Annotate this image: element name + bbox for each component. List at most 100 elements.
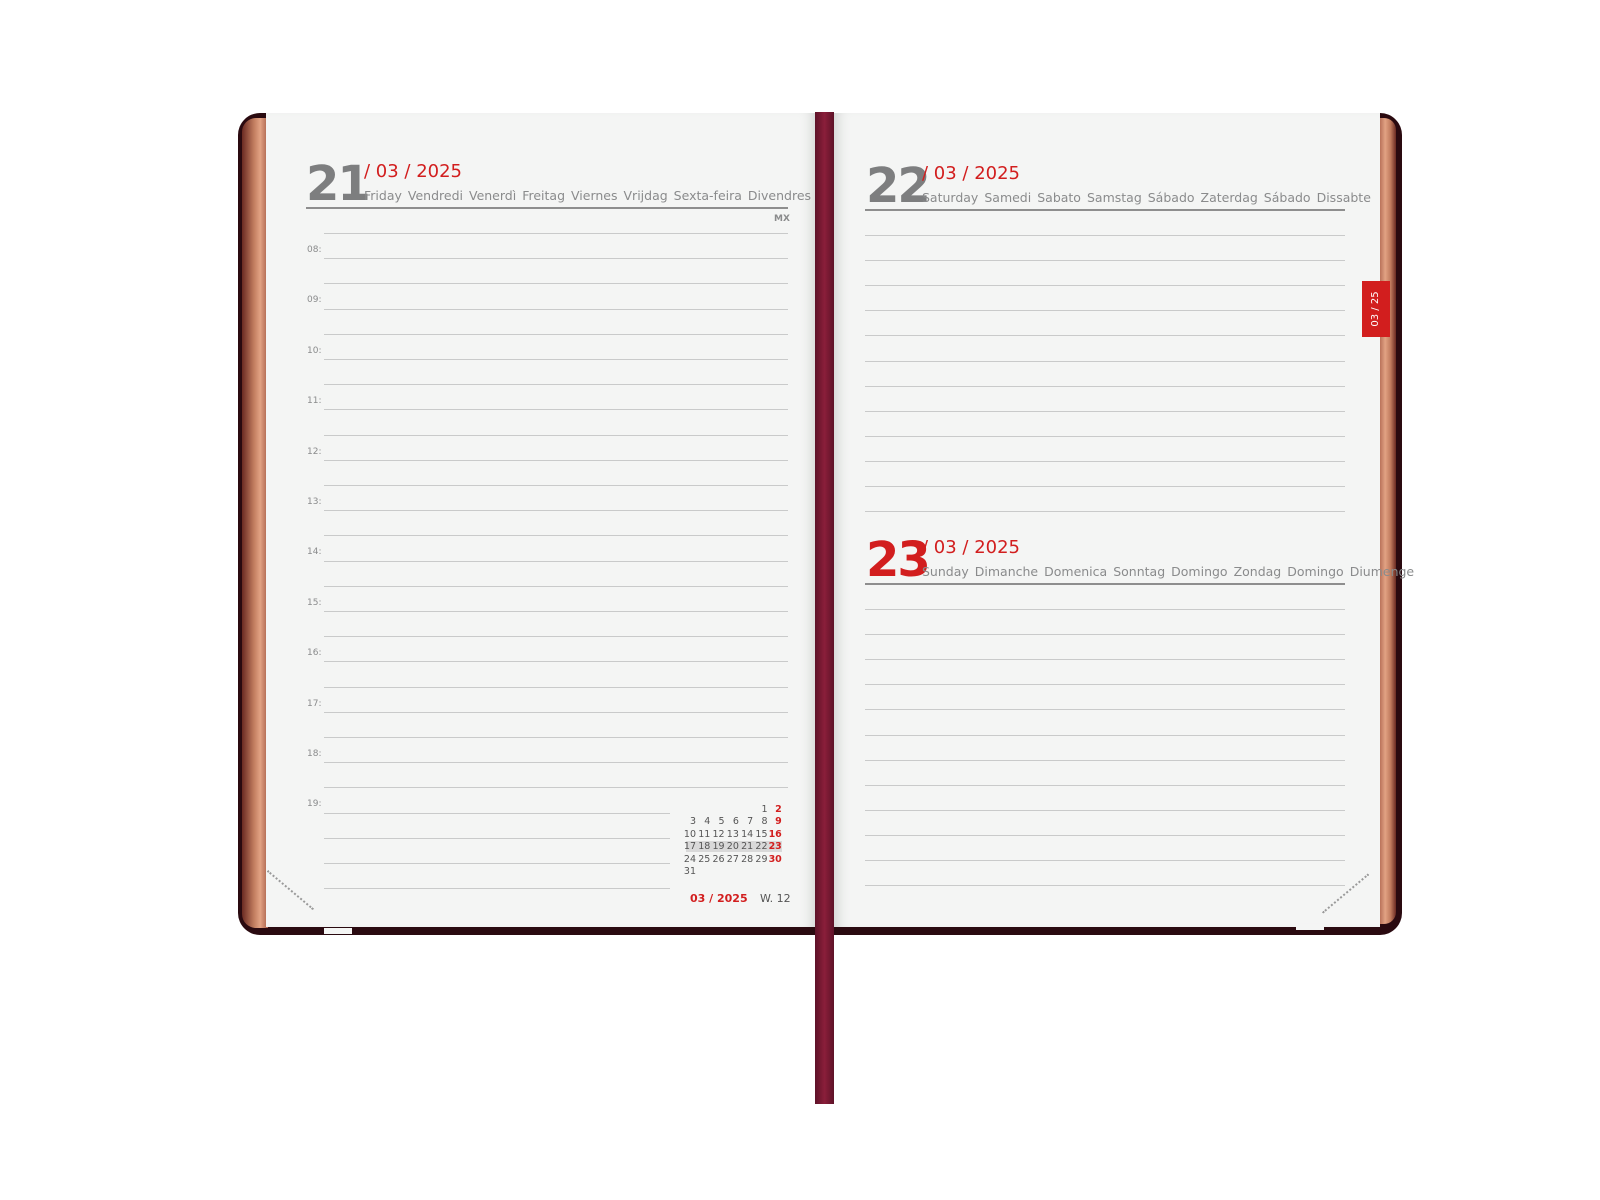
weekday-name: Vendredi: [407, 188, 463, 203]
writing-line: [324, 762, 788, 764]
mx-label: MX: [774, 214, 790, 224]
writing-line: [324, 258, 788, 260]
strap-slot-left: [324, 928, 352, 934]
hour-label: 14:: [307, 547, 322, 558]
calendar-day: 30: [768, 853, 782, 865]
weekday-name: Venerdì: [468, 188, 517, 203]
day-number-21: 21: [306, 156, 371, 212]
writing-line: [324, 636, 788, 638]
writing-line: [865, 659, 1345, 661]
writing-line: [865, 285, 1345, 287]
writing-line: [324, 485, 788, 486]
weekday-name: Domenica: [1044, 564, 1108, 579]
weekday-name: Vrijdag: [623, 188, 668, 203]
page-edge-right: [1378, 118, 1396, 924]
weekday-name: Zondag: [1233, 564, 1282, 579]
weekday-name: Dimanche: [974, 564, 1039, 579]
writing-line: [865, 511, 1345, 513]
day-number-22: 22: [866, 158, 931, 214]
writing-line: [324, 888, 670, 890]
writing-line: [324, 863, 670, 864]
footer-week: W. 12: [760, 892, 791, 905]
calendar-day: 9: [775, 816, 782, 828]
left-page: [266, 113, 816, 927]
writing-line: [865, 460, 1345, 462]
writing-line: [324, 585, 788, 587]
writing-line: [865, 684, 1345, 686]
weekday-name: Sábado: [1147, 190, 1195, 205]
month-year-23: / 03 / 2025: [922, 537, 1021, 558]
hour-label: 16:: [307, 648, 322, 659]
writing-line: [865, 759, 1345, 761]
writing-line: [865, 360, 1345, 362]
writing-line: [865, 486, 1345, 487]
calendar-day: 16: [768, 828, 782, 840]
writing-line: [324, 737, 788, 738]
calendar-day: 2: [775, 804, 782, 815]
hour-label: 17:: [307, 698, 322, 709]
writing-line: [324, 510, 788, 512]
hour-label: 13:: [307, 497, 322, 507]
writing-line: [324, 308, 788, 310]
weekday-name: Sunday: [922, 564, 969, 579]
weekday-name: Sabato: [1037, 190, 1081, 205]
writing-line: [324, 686, 788, 688]
writing-line: [324, 459, 788, 461]
hour-label: 08:: [307, 245, 322, 255]
writing-line: [865, 310, 1345, 312]
weekday-names-22: Saturday Samedi Sabato Samstag Sábado Zaterda…: [922, 191, 1377, 205]
hour-label: 11:: [307, 396, 322, 407]
calendar-day: 23: [768, 841, 782, 853]
weekday-name: Viernes: [571, 188, 618, 203]
weekday-name: Divendres: [747, 188, 812, 203]
writing-line: [865, 734, 1345, 736]
weekday-names-21: Friday Vendredi Venerdì Freitag Viernes Vrijd…: [364, 189, 817, 203]
weekday-name: Freitag: [522, 188, 566, 203]
writing-line: [324, 837, 670, 839]
writing-line: [865, 809, 1345, 811]
weekday-name: Sonntag: [1113, 564, 1166, 579]
writing-line: [865, 609, 1345, 610]
month-tab-label: 03 / 25: [1370, 291, 1381, 327]
day-number-23: 23: [866, 532, 931, 588]
weekday-name: Domingo: [1287, 564, 1344, 579]
writing-line: [865, 860, 1345, 861]
writing-line: [324, 661, 788, 663]
hour-label: 12:: [307, 446, 322, 457]
hour-label: 19:: [307, 799, 322, 810]
writing-line: [865, 784, 1345, 786]
writing-line: [865, 634, 1345, 636]
header-rule-21: [306, 207, 788, 209]
writing-line: [865, 335, 1345, 337]
writing-line: [324, 434, 788, 436]
hour-label: 09:: [307, 295, 322, 306]
writing-line: [324, 812, 670, 814]
writing-line: [865, 235, 1345, 236]
writing-line: [324, 409, 788, 411]
writing-line: [865, 435, 1345, 437]
writing-line: [324, 359, 788, 360]
writing-line: [865, 834, 1345, 836]
weekday-name: Sexta-feira: [673, 188, 742, 203]
weekday-name: Diumenge: [1349, 564, 1415, 579]
month-tab[interactable]: 03 / 25: [1362, 281, 1390, 337]
hour-label: 15:: [307, 597, 322, 608]
writing-line: [324, 384, 788, 386]
weekday-names-23: Sunday Dimanche Domenica Sonntag Domingo Zond…: [922, 565, 1420, 579]
weekday-name: Domingo: [1171, 564, 1228, 579]
writing-line: [324, 283, 788, 285]
weekday-name: Sábado: [1263, 190, 1311, 205]
writing-line: [865, 410, 1345, 412]
writing-line: [324, 233, 788, 234]
weekday-name: Samstag: [1086, 190, 1142, 205]
page-edge-left: [242, 118, 268, 928]
month-year-22: / 03 / 2025: [922, 163, 1021, 184]
hour-label: 18:: [307, 749, 322, 759]
weekday-name: Samedi: [984, 190, 1032, 205]
writing-line: [865, 709, 1345, 711]
bookmark-ribbon[interactable]: [815, 112, 834, 1104]
header-rule-22: [865, 209, 1345, 211]
weekday-name: Friday: [364, 188, 402, 203]
calendar-day: 31: [683, 866, 696, 877]
hour-label: 10:: [307, 345, 322, 356]
